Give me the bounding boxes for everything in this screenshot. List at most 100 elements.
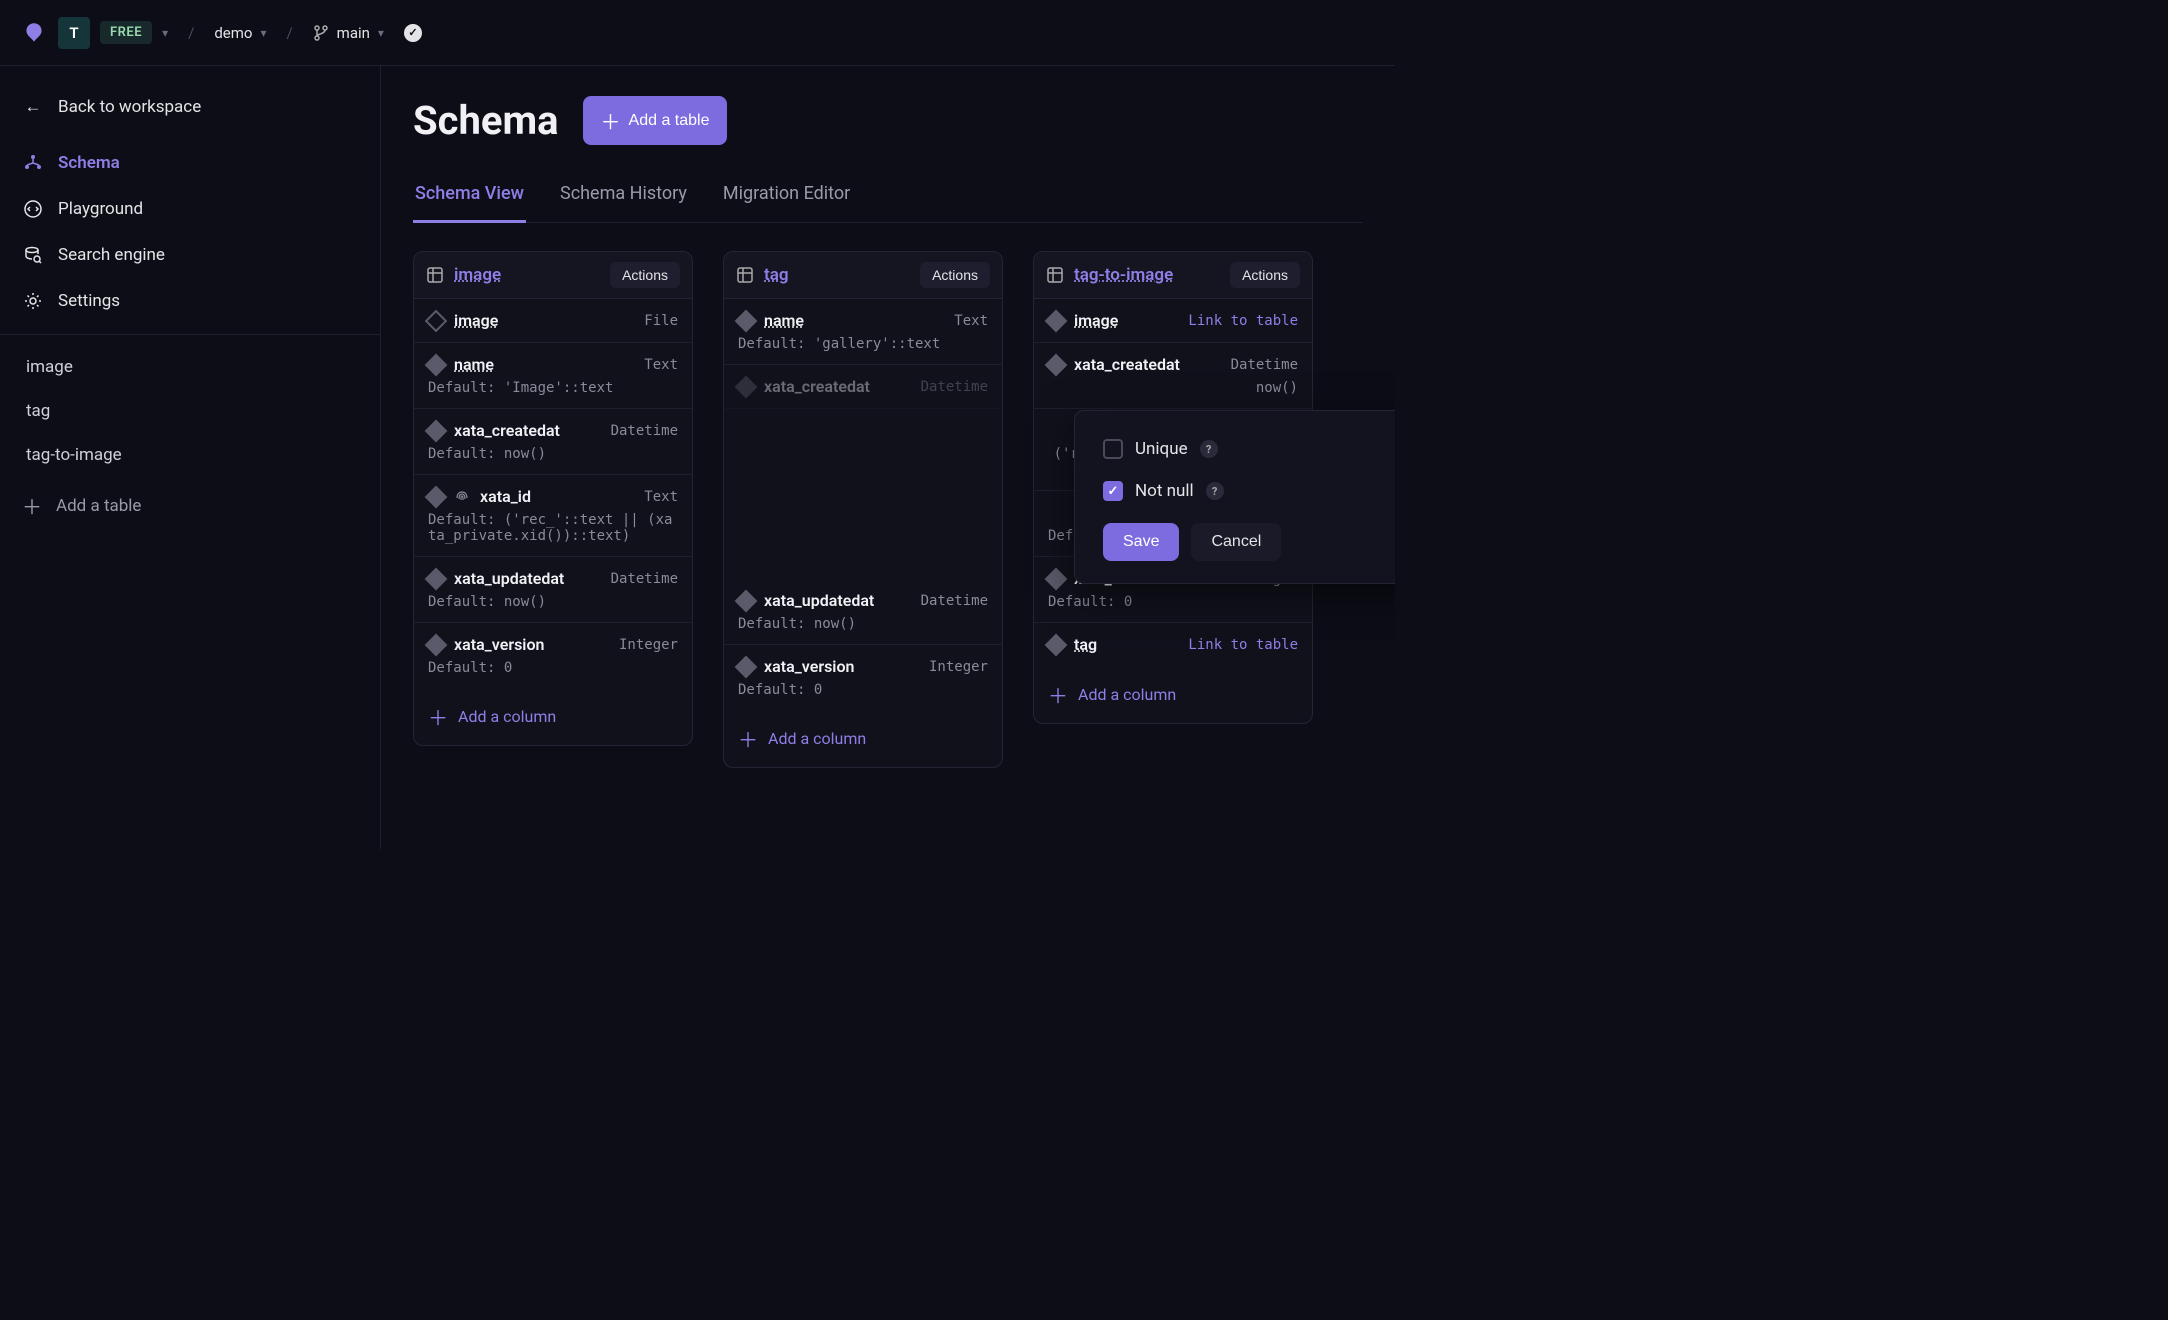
- column-name: xata_id: [480, 487, 531, 506]
- chevron-down-icon: ▾: [378, 26, 384, 40]
- column-name: xata_updatedat: [454, 569, 564, 588]
- project-crumb[interactable]: demo ▾: [214, 24, 266, 42]
- column-name: xata_version: [454, 635, 544, 654]
- column-default: Default: 'gallery'::text: [738, 336, 988, 352]
- fingerprint-icon: [454, 489, 470, 505]
- add-column-label: Add a column: [768, 729, 866, 748]
- sidebar-table-image[interactable]: image: [0, 345, 380, 389]
- column-type: Datetime: [921, 593, 988, 609]
- plan-badge: FREE: [100, 21, 152, 44]
- tab-migration-editor[interactable]: Migration Editor: [721, 173, 852, 222]
- column-icon: [1045, 353, 1068, 376]
- column-row[interactable]: nameText Default: 'Image'::text: [414, 343, 692, 409]
- check-icon[interactable]: ✓: [404, 24, 422, 42]
- table-icon: [426, 266, 444, 284]
- column-type: File: [644, 313, 678, 329]
- workspace-badge[interactable]: T: [58, 17, 90, 49]
- sidebar-item-settings[interactable]: Settings: [0, 278, 380, 324]
- column-icon: [425, 309, 448, 332]
- column-icon: [735, 375, 758, 398]
- column-type: Link to table: [1188, 637, 1298, 653]
- add-column-button[interactable]: ＋ Add a column: [724, 710, 1002, 767]
- page-title: Schema: [413, 97, 559, 144]
- column-type: Datetime: [921, 379, 988, 395]
- table-name[interactable]: tag: [764, 265, 910, 285]
- column-name: tag: [1074, 635, 1097, 654]
- add-column-button[interactable]: ＋ Add a column: [414, 688, 692, 745]
- add-table-label: Add a table: [629, 112, 710, 130]
- column-row[interactable]: xata_versionInteger Default: 0: [414, 623, 692, 688]
- table-name[interactable]: tag-to-image: [1074, 265, 1220, 285]
- plus-icon: ＋: [738, 724, 758, 753]
- plus-icon: ＋: [22, 491, 42, 520]
- add-column-label: Add a column: [1078, 685, 1176, 704]
- column-name: xata_updatedat: [764, 591, 874, 610]
- back-to-workspace[interactable]: ← Back to workspace: [0, 84, 380, 130]
- column-type: Text: [644, 357, 678, 373]
- column-icon: [425, 485, 448, 508]
- column-name: image: [1074, 311, 1118, 330]
- column-row[interactable]: xata_createdatDatetime now(): [1034, 343, 1312, 409]
- table-actions-button[interactable]: Actions: [610, 262, 680, 288]
- notnull-checkbox[interactable]: ✓: [1103, 481, 1123, 501]
- column-constraints-popover: Unique ? ✓ Not null ? Save Cancel: [1074, 410, 1395, 584]
- sidebar-table-tag[interactable]: tag: [0, 389, 380, 433]
- main: Schema ＋ Add a table Schema View Schema …: [381, 66, 1395, 849]
- column-row[interactable]: tag Link to table: [1034, 623, 1312, 666]
- branch-crumb[interactable]: main ▾: [313, 24, 384, 42]
- branch-icon: [313, 25, 329, 41]
- column-name: name: [764, 311, 804, 330]
- table-card-tag: tag Actions nameText Default: 'gallery':…: [723, 251, 1003, 768]
- column-icon: [1045, 567, 1068, 590]
- column-row[interactable]: xata_createdatDatetime: [724, 365, 1002, 409]
- plus-icon: ＋: [428, 702, 448, 731]
- chevron-down-icon[interactable]: ▾: [162, 26, 168, 40]
- unique-label: Unique: [1135, 439, 1188, 459]
- column-row[interactable]: xata_versionInteger Default: 0: [724, 645, 1002, 710]
- help-icon[interactable]: ?: [1200, 440, 1218, 458]
- column-default: Default: ('rec_'::text || (xata_private.…: [428, 512, 678, 544]
- column-name: xata_createdat: [454, 421, 560, 440]
- table-actions-button[interactable]: Actions: [1230, 262, 1300, 288]
- column-row[interactable]: xata_updatedatDatetime Default: now(): [414, 557, 692, 623]
- column-row[interactable]: imageFile: [414, 299, 692, 343]
- sidebar-item-search[interactable]: Search engine: [0, 232, 380, 278]
- divider: [0, 334, 380, 335]
- plus-icon: ＋: [1048, 680, 1068, 709]
- column-icon: [425, 419, 448, 442]
- sidebar-item-schema[interactable]: Schema: [0, 140, 380, 186]
- column-row[interactable]: imageLink to table: [1034, 299, 1312, 343]
- add-column-label: Add a column: [458, 707, 556, 726]
- unique-checkbox[interactable]: [1103, 439, 1123, 459]
- back-label: Back to workspace: [58, 97, 201, 117]
- sidebar-label: Search engine: [58, 245, 165, 265]
- add-column-button[interactable]: ＋ Add a column: [1034, 666, 1312, 723]
- column-default: Default: 0: [738, 682, 988, 698]
- logo[interactable]: [20, 19, 48, 47]
- sidebar-add-table[interactable]: ＋ Add a table: [0, 477, 380, 534]
- notnull-label: Not null: [1135, 481, 1194, 501]
- sidebar-item-playground[interactable]: Playground: [0, 186, 380, 232]
- column-row[interactable]: xata_idText Default: ('rec_'::text || (x…: [414, 475, 692, 557]
- add-table-button[interactable]: ＋ Add a table: [583, 96, 728, 145]
- cancel-button[interactable]: Cancel: [1191, 523, 1281, 561]
- table-actions-button[interactable]: Actions: [920, 262, 990, 288]
- help-icon[interactable]: ?: [1206, 482, 1224, 500]
- tab-schema-view[interactable]: Schema View: [413, 173, 526, 223]
- table-icon: [1046, 266, 1064, 284]
- sidebar-table-tag-to-image[interactable]: tag-to-image: [0, 433, 380, 477]
- breadcrumb-sep: /: [276, 24, 302, 42]
- column-row[interactable]: xata_updatedatDatetime Default: now(): [724, 579, 1002, 645]
- column-row[interactable]: xata_createdatDatetime Default: now(): [414, 409, 692, 475]
- project-name: demo: [214, 24, 252, 42]
- save-button[interactable]: Save: [1103, 523, 1179, 561]
- chevron-down-icon: ▾: [260, 26, 266, 40]
- sidebar-label: Playground: [58, 199, 143, 219]
- butterfly-icon: [21, 20, 47, 46]
- tab-schema-history[interactable]: Schema History: [558, 173, 689, 222]
- column-icon: [1045, 309, 1068, 332]
- table-name[interactable]: image: [454, 265, 600, 285]
- column-icon: [425, 567, 448, 590]
- column-row[interactable]: nameText Default: 'gallery'::text: [724, 299, 1002, 365]
- column-icon: [735, 589, 758, 612]
